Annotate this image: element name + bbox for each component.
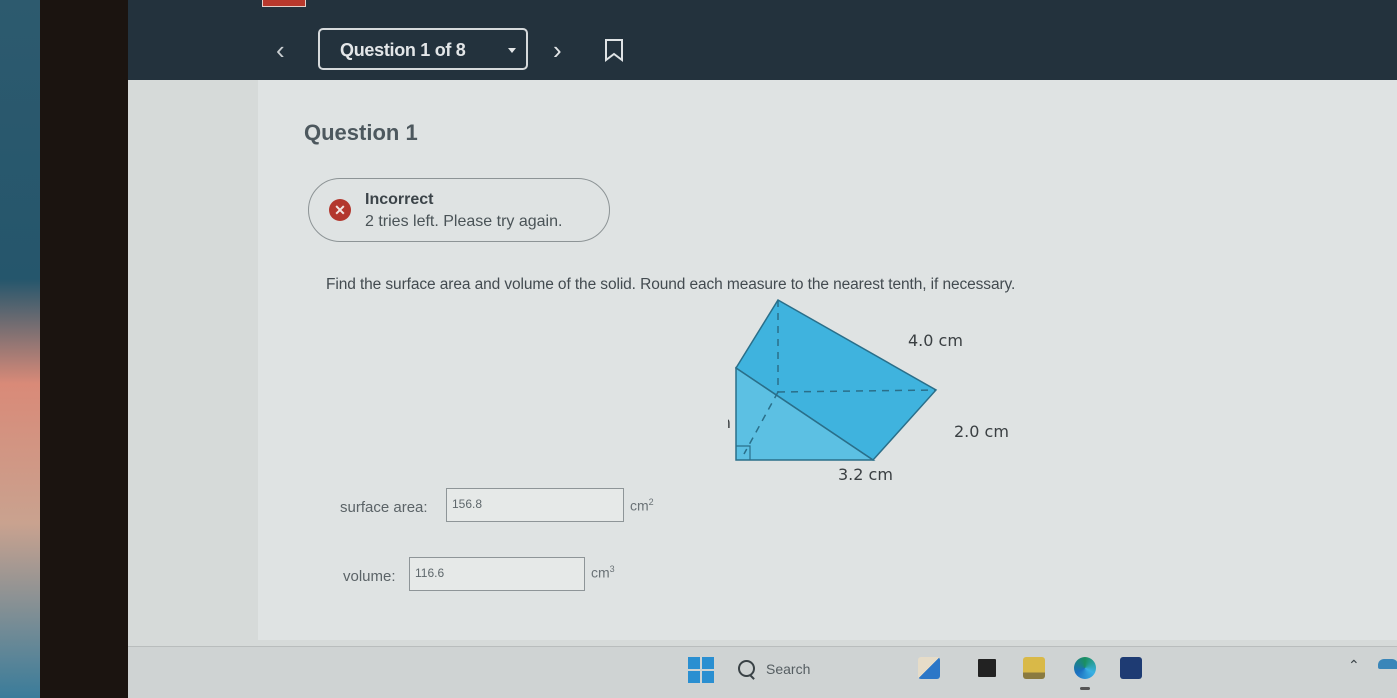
- screen: ‹ Question 1 of 8 › Question 1 ✕ Incorre…: [128, 0, 1397, 698]
- chevron-right-icon: ›: [553, 35, 562, 65]
- store-icon[interactable]: [1120, 657, 1142, 679]
- question-prompt: Find the surface area and volume of the …: [326, 276, 1016, 293]
- windows-start-icon[interactable]: [688, 657, 714, 683]
- edge-browser-icon[interactable]: [1074, 657, 1096, 679]
- next-question-button[interactable]: ›: [553, 36, 577, 64]
- volume-input[interactable]: 116.6: [409, 557, 585, 591]
- question-nav-bar: ‹ Question 1 of 8 ›: [128, 0, 1397, 80]
- onedrive-cloud-icon[interactable]: [1378, 659, 1397, 669]
- question-panel: Question 1 ✕ Incorrect 2 tries left. Ple…: [258, 80, 1397, 640]
- active-app-indicator: [1080, 687, 1090, 690]
- unit-exponent: 3: [609, 564, 615, 574]
- triangular-prism-figure: 4.0 cm 2.4 cm 2.0 cm 3.2 cm: [728, 298, 1009, 484]
- monitor-bezel: [40, 0, 130, 698]
- taskbar: Search ⌃: [128, 646, 1397, 698]
- feedback-message: 2 tries left. Please try again.: [365, 213, 563, 230]
- terminal-icon[interactable]: [978, 659, 996, 677]
- bookmark-button[interactable]: [604, 38, 624, 62]
- surface-area-unit: cm2: [630, 497, 654, 514]
- unit-text: cm: [630, 497, 649, 514]
- bookmark-icon: [605, 39, 623, 62]
- volume-label: volume:: [343, 568, 396, 585]
- surface-area-input[interactable]: 156.8: [446, 488, 624, 522]
- question-title: Question 1: [304, 120, 418, 145]
- surface-area-label: surface area:: [340, 499, 428, 516]
- caret-down-icon: [508, 48, 516, 53]
- search-icon: [738, 660, 755, 677]
- question-selector-label: Question 1 of 8: [340, 40, 466, 60]
- label-base: 3.2 cm: [838, 465, 893, 484]
- taskbar-search[interactable]: Search: [728, 653, 918, 685]
- feedback-banner: ✕ Incorrect 2 tries left. Please try aga…: [308, 178, 610, 242]
- brand-tab: [262, 0, 306, 7]
- previous-question-button[interactable]: ‹: [276, 36, 300, 64]
- widgets-icon[interactable]: [918, 657, 940, 679]
- x-circle-icon: ✕: [329, 199, 351, 221]
- volume-unit: cm3: [591, 564, 615, 581]
- feedback-status: Incorrect: [365, 191, 434, 208]
- unit-exponent: 2: [648, 497, 654, 507]
- photo-background-left: [0, 0, 40, 698]
- label-depth: 2.0 cm: [954, 422, 1009, 441]
- label-slant: 4.0 cm: [908, 331, 963, 350]
- question-selector-dropdown[interactable]: Question 1 of 8: [318, 28, 528, 70]
- file-explorer-icon[interactable]: [1023, 657, 1045, 679]
- chevron-up-icon[interactable]: ⌃: [1348, 657, 1360, 674]
- unit-text: cm: [591, 564, 610, 581]
- chevron-left-icon: ‹: [276, 35, 285, 65]
- search-placeholder: Search: [766, 661, 811, 677]
- label-height: 2.4 cm: [728, 413, 731, 432]
